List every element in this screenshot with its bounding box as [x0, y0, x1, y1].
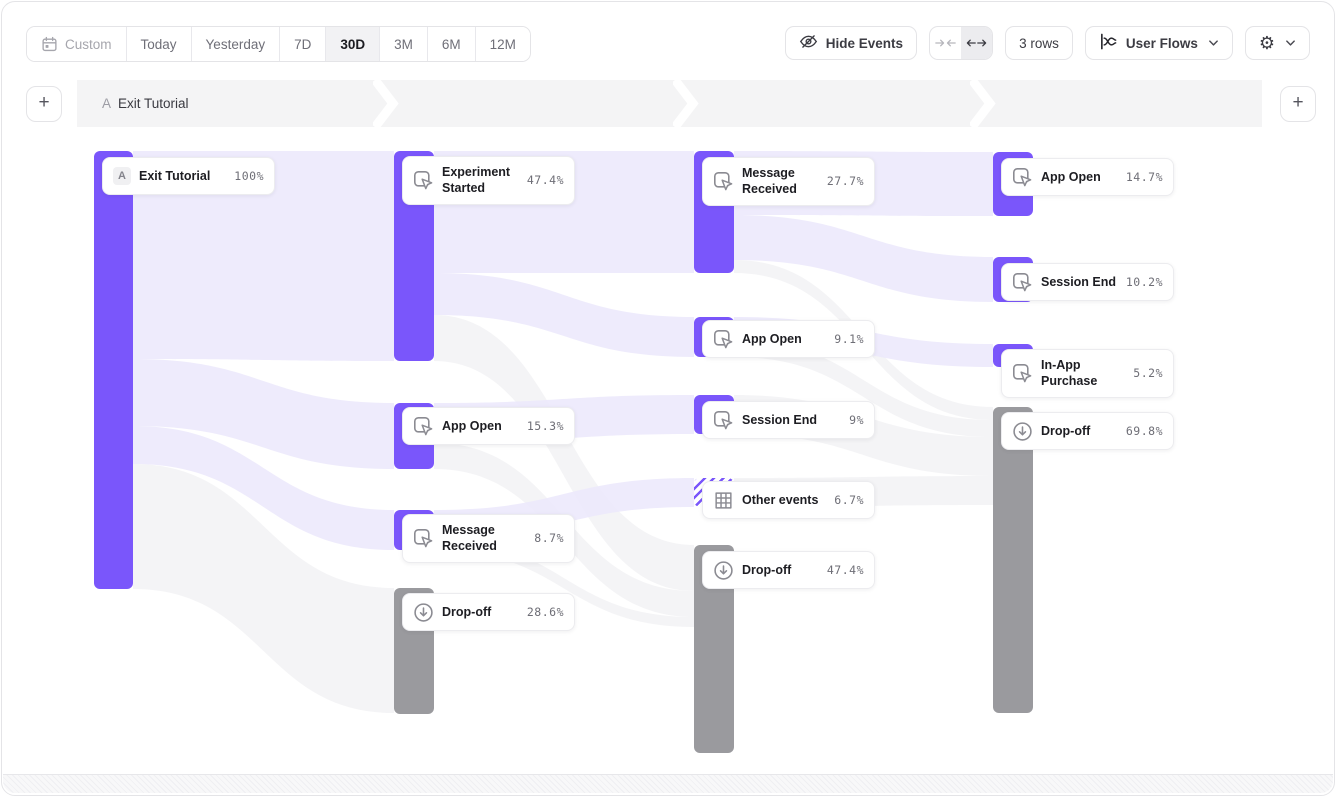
node-card-app-open[interactable]: App Open 9.1%	[702, 320, 875, 358]
node-label: App Open	[1041, 169, 1118, 185]
sankey-stage: A Exit Tutorial 100% Experiment Started 47.4…	[2, 2, 1334, 795]
node-bar-exit-tutorial[interactable]	[94, 151, 133, 589]
series-badge: A	[113, 167, 131, 185]
node-percent: 27.7%	[827, 174, 864, 188]
sankey-link	[734, 215, 993, 302]
node-card-session-end[interactable]: Session End 9%	[702, 401, 875, 439]
user-flows-app: CustomTodayYesterday7D30D3M6M12M Hide Ev…	[1, 1, 1335, 796]
node-card-drop-off[interactable]: Drop-off 69.8%	[1001, 412, 1174, 450]
node-label: In-App Purchase	[1041, 357, 1125, 390]
node-percent: 47.4%	[827, 563, 864, 577]
node-label: Drop-off	[442, 604, 519, 620]
node-percent: 6.7%	[834, 493, 864, 507]
node-card-session-end[interactable]: Session End 10.2%	[1001, 263, 1174, 301]
event-icon	[713, 329, 734, 350]
event-icon	[1012, 167, 1033, 188]
node-percent: 14.7%	[1126, 170, 1163, 184]
footer-resize-strip[interactable]	[3, 774, 1333, 793]
node-label: Other events	[742, 492, 826, 508]
grid-icon	[713, 490, 734, 511]
event-icon	[1012, 363, 1033, 384]
sankey-link	[133, 464, 394, 713]
node-card-in-app-purchase[interactable]: In-App Purchase 5.2%	[1001, 349, 1174, 398]
sankey-link	[434, 273, 694, 357]
node-card-app-open[interactable]: App Open 14.7%	[1001, 158, 1174, 196]
sankey-link	[133, 359, 394, 469]
node-percent: 9%	[849, 413, 864, 427]
node-card-app-open[interactable]: App Open 15.3%	[402, 407, 575, 445]
node-label: Drop-off	[1041, 423, 1118, 439]
event-icon	[1012, 272, 1033, 293]
node-percent: 8.7%	[534, 531, 564, 545]
node-bar-drop-off[interactable]	[993, 407, 1033, 713]
node-card-message-received[interactable]: Message Received 27.7%	[702, 157, 875, 206]
event-icon	[713, 410, 734, 431]
sankey-link	[133, 426, 394, 550]
node-card-exit-tutorial[interactable]: A Exit Tutorial 100%	[102, 157, 275, 195]
node-label: Message Received	[742, 165, 819, 198]
node-card-drop-off[interactable]: Drop-off 28.6%	[402, 593, 575, 631]
node-card-experiment-started[interactable]: Experiment Started 47.4%	[402, 156, 575, 205]
node-label: Exit Tutorial	[139, 168, 226, 184]
node-percent: 9.1%	[834, 332, 864, 346]
node-card-other-events[interactable]: Other events 6.7%	[702, 481, 875, 519]
node-label: Message Received	[442, 522, 526, 555]
node-card-drop-off[interactable]: Drop-off 47.4%	[702, 551, 875, 589]
node-label: Experiment Started	[442, 164, 519, 197]
node-card-message-received[interactable]: Message Received 8.7%	[402, 514, 575, 563]
node-label: Session End	[742, 412, 841, 428]
node-percent: 15.3%	[527, 419, 564, 433]
drop-off-icon	[1012, 421, 1033, 442]
event-icon	[413, 416, 434, 437]
event-icon	[713, 171, 734, 192]
node-label: App Open	[442, 418, 519, 434]
event-icon	[413, 170, 434, 191]
node-percent: 28.6%	[527, 605, 564, 619]
event-icon	[413, 528, 434, 549]
node-percent: 5.2%	[1133, 366, 1163, 380]
node-label: App Open	[742, 331, 826, 347]
node-label: Session End	[1041, 274, 1118, 290]
sankey-flows	[2, 2, 1335, 796]
node-percent: 47.4%	[527, 173, 564, 187]
drop-off-icon	[713, 560, 734, 581]
node-label: Drop-off	[742, 562, 819, 578]
node-percent: 10.2%	[1126, 275, 1163, 289]
node-percent: 69.8%	[1126, 424, 1163, 438]
drop-off-icon	[413, 602, 434, 623]
node-percent: 100%	[234, 169, 264, 183]
